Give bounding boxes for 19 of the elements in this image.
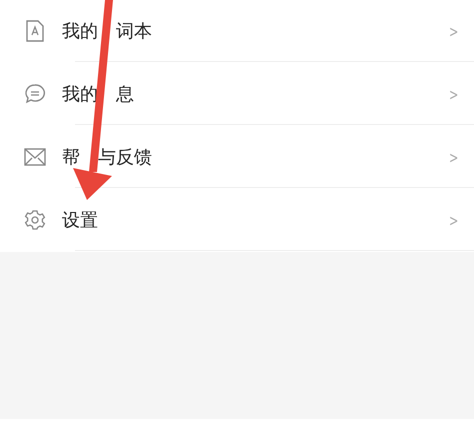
menu-item[interactable]: 我的 词本 > [0, 0, 474, 63]
document-icon [24, 20, 46, 42]
menu-label: 息 [116, 83, 134, 106]
menu-label: 帮 [62, 146, 80, 169]
chat-bubble-icon [24, 83, 46, 105]
menu-item[interactable]: 设置 > [0, 189, 474, 252]
envelope-icon [24, 148, 46, 166]
chevron-icon: > [448, 210, 458, 230]
menu-label: 与反馈 [98, 146, 152, 169]
menu-label: 设置 [62, 209, 98, 232]
chevron-icon: > [448, 148, 458, 166]
settings-icon [24, 209, 46, 231]
menu-item[interactable]: 我的 息 > [0, 63, 474, 126]
chevron-icon: > [448, 84, 458, 104]
menu-label: 词本 [116, 20, 152, 43]
menu-item[interactable]: 帮 与反馈 > [0, 126, 474, 189]
menu-label: 我的 [62, 20, 98, 43]
chevron-icon: > [448, 22, 458, 40]
menu-label: 我的 [62, 83, 98, 106]
